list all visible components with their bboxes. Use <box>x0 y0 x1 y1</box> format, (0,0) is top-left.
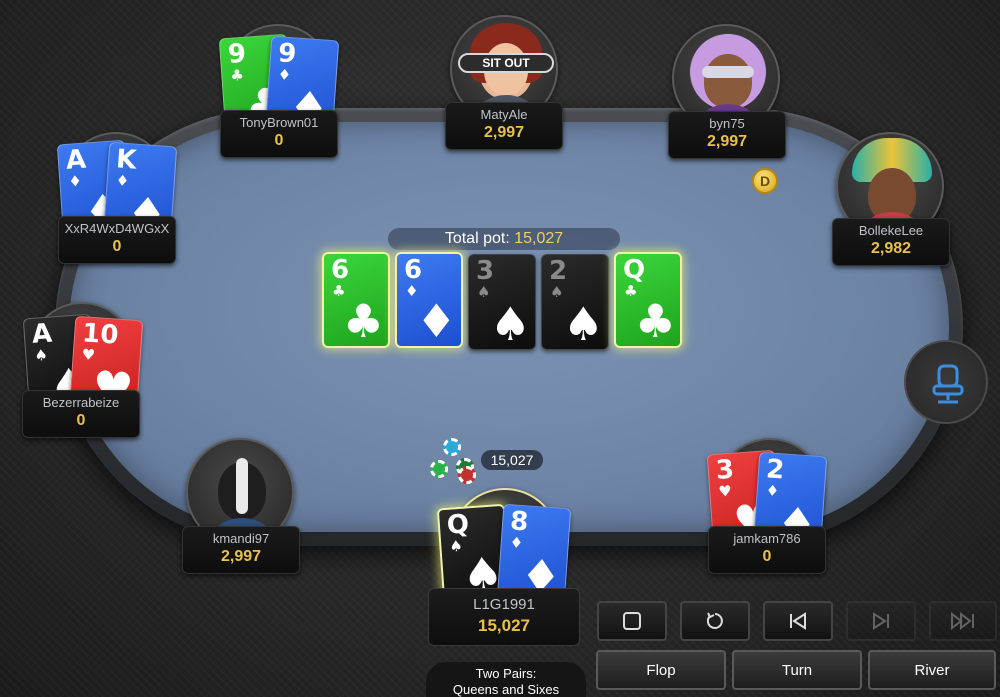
hand-line2: Queens and Sixes <box>452 682 560 697</box>
avatar-face <box>704 54 752 108</box>
spades-icon: ♠ <box>562 297 604 350</box>
replay-button[interactable] <box>680 601 750 641</box>
skip-back-button[interactable] <box>763 601 833 641</box>
board-card: 6 ♦ ♦ <box>395 252 463 348</box>
player-stack: 15,027 <box>478 616 530 635</box>
step-forward-button[interactable] <box>846 601 916 641</box>
stop-button[interactable] <box>597 601 667 641</box>
spades-icon: ♠ <box>33 345 49 365</box>
card-rank: 8 <box>509 506 530 538</box>
card-rank: A <box>64 144 88 176</box>
card-rank: 9 <box>277 38 298 70</box>
stop-icon <box>623 612 641 630</box>
player-name: jamkam786 <box>733 531 801 546</box>
pot-value: 15,027 <box>514 230 564 247</box>
fast-forward-icon <box>951 611 974 631</box>
avatar-stripe <box>236 458 248 514</box>
player-stack: 2,997 <box>483 124 525 141</box>
nameplate-jamkam786: jamkam786 0 <box>708 526 826 574</box>
player-name: byn75 <box>709 116 745 131</box>
replay-icon <box>706 612 723 629</box>
player-stack: 2,982 <box>870 240 912 257</box>
card-rank: 3 <box>476 256 495 286</box>
board-card: Q ♣ ♣ <box>614 252 682 348</box>
diamonds-icon: ♦ <box>415 294 457 348</box>
river-button[interactable]: River <box>868 650 996 690</box>
nameplate-kmandi97: kmandi97 2,997 <box>182 526 300 574</box>
chip-amount: 15,027 <box>481 450 543 470</box>
step-forward-icon <box>873 612 889 630</box>
clubs-icon: ♣ <box>634 294 676 348</box>
player-name: L1G1991 <box>473 596 535 613</box>
card-rank: 6 <box>331 255 350 285</box>
player-name: Bezerrabeize <box>42 395 120 410</box>
nameplate-tonybrown01: TonyBrown01 0 <box>220 110 338 158</box>
player-name: MatyAle <box>480 107 528 122</box>
player-name: kmandi97 <box>212 531 270 546</box>
dealer-button: D <box>752 168 778 194</box>
card-rank: Q <box>623 255 646 285</box>
chip-icon <box>458 466 476 484</box>
skip-back-icon <box>790 612 806 630</box>
spades-icon: ♠ <box>477 283 491 301</box>
nameplate-byn75: byn75 2,997 <box>668 111 786 159</box>
card-rank: 2 <box>549 256 568 286</box>
card-rank: 9 <box>226 38 247 70</box>
nameplate-matyale: MatyAle 2,997 <box>445 102 563 150</box>
hand-description: Two Pairs: Queens and Sixes <box>426 662 586 697</box>
player-name: TonyBrown01 <box>239 115 319 130</box>
sit-out-badge: SIT OUT <box>458 53 554 73</box>
player-stack: 2,997 <box>706 133 748 150</box>
hearts-icon: ♥ <box>717 481 733 501</box>
card-rank: 10 <box>81 318 120 351</box>
player-stack: 0 <box>76 412 86 429</box>
player-stack: 2,997 <box>220 548 262 565</box>
chip-icon <box>443 438 461 456</box>
card-rank: 3 <box>714 454 735 486</box>
player-stack: 0 <box>112 238 122 255</box>
card-rank: Q <box>445 509 471 541</box>
spades-icon: ♠ <box>489 297 531 350</box>
card-rank: 6 <box>404 255 423 285</box>
player-name: BollekeLee <box>858 223 924 238</box>
card-rank: A <box>30 318 54 350</box>
nameplate-bezerrabeize: Bezerrabeize 0 <box>22 390 140 438</box>
hand-line1: Two Pairs: <box>475 666 537 681</box>
card-rank: K <box>115 144 138 176</box>
nameplate-l1g1991: L1G1991 15,027 <box>428 588 580 646</box>
avatar-mask <box>702 66 754 78</box>
turn-button[interactable]: Turn <box>732 650 862 690</box>
flop-button[interactable]: Flop <box>596 650 726 690</box>
board-card: 2 ♠ ♠ <box>541 254 609 350</box>
card-rank: 2 <box>765 454 786 486</box>
board-card: 6 ♣ ♣ <box>322 252 390 348</box>
fast-forward-button[interactable] <box>929 601 997 641</box>
pot-label: Total pot: <box>444 230 510 247</box>
clubs-icon: ♣ <box>229 65 245 85</box>
spades-icon: ♠ <box>550 283 564 301</box>
nameplate-xxr4wxd4wgxx: XxR4WxD4WGxX 0 <box>58 216 176 264</box>
chip-icon <box>430 460 448 478</box>
empty-seat[interactable] <box>904 340 988 424</box>
nameplate-bollekelee: BollekeLee 2,982 <box>832 218 950 266</box>
player-name: XxR4WxD4WGxX <box>64 221 170 236</box>
player-stack: 0 <box>762 548 772 565</box>
total-pot: Total pot: 15,027 <box>388 228 620 250</box>
board-card: 3 ♠ ♠ <box>468 254 536 350</box>
player-stack: 0 <box>274 132 284 149</box>
chair-icon <box>932 364 964 404</box>
diamonds-icon: ♦ <box>67 171 83 191</box>
clubs-icon: ♣ <box>342 294 384 348</box>
